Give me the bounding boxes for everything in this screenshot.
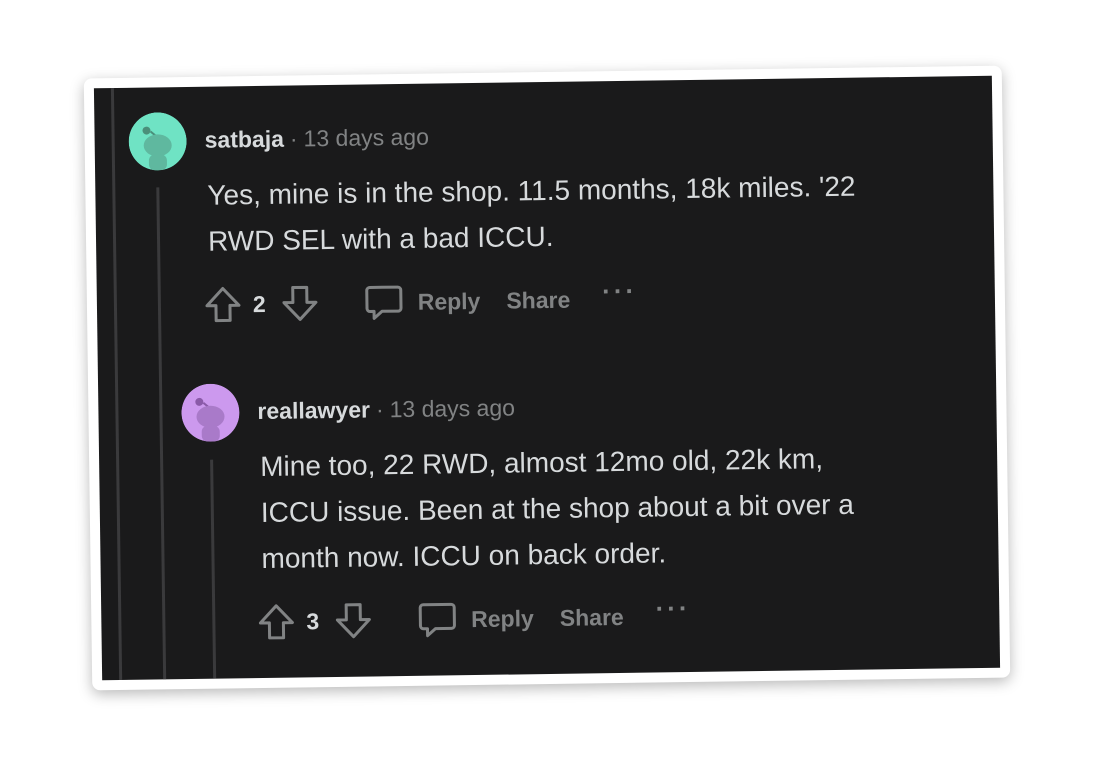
comment-body: Yes, mine is in the shop. 11.5 months, 1… xyxy=(207,164,856,265)
downvote-arrow-icon[interactable] xyxy=(279,283,320,324)
avatar[interactable] xyxy=(181,383,240,442)
speech-bubble-icon xyxy=(365,285,403,320)
comment-meta: reallawyer · 13 days ago xyxy=(257,394,515,425)
screenshot-card: satbaja · 13 days ago Yes, mine is in the … xyxy=(83,65,1011,691)
comment-meta: satbaja · 13 days ago xyxy=(204,124,429,154)
comment-actions: 3 Reply Share ··· xyxy=(256,593,691,643)
meta-separator: · xyxy=(375,396,384,423)
avatar[interactable] xyxy=(128,112,187,171)
comment-reallawyer: reallawyer · 13 days ago Mine too, 22 RWD,… xyxy=(94,76,992,640)
share-button[interactable]: Share xyxy=(506,286,570,314)
comment-actions: 2 Reply Share ··· xyxy=(203,275,638,325)
username-link[interactable]: satbaja xyxy=(204,126,284,153)
comment-2-thread-line[interactable] xyxy=(210,459,217,679)
reply-label: Reply xyxy=(417,287,481,315)
more-options-icon[interactable]: ··· xyxy=(602,275,637,306)
reply-button[interactable]: Reply xyxy=(417,598,534,640)
reply-label: Reply xyxy=(470,604,534,632)
snoo-avatar-icon xyxy=(181,383,240,442)
comment-satbaja: satbaja · 13 days ago Yes, mine is in the … xyxy=(94,76,992,323)
upvote-arrow-icon[interactable] xyxy=(203,284,244,325)
more-options-icon[interactable]: ··· xyxy=(655,593,690,624)
comment-1-thread-line[interactable] xyxy=(156,187,167,680)
username-link[interactable]: reallawyer xyxy=(257,396,370,424)
snoo-avatar-icon xyxy=(128,112,187,171)
downvote-arrow-icon[interactable] xyxy=(333,600,374,641)
speech-bubble-icon xyxy=(418,602,456,638)
comment-thread-panel: satbaja · 13 days ago Yes, mine is in the … xyxy=(93,75,1001,681)
timestamp[interactable]: 13 days ago xyxy=(389,394,515,422)
reply-button[interactable]: Reply xyxy=(363,281,481,323)
screenshot-stage: satbaja · 13 days ago Yes, mine is in the … xyxy=(0,0,1099,760)
meta-separator: · xyxy=(289,125,298,152)
comment-body-line: RWD SEL with a bad ICCU. xyxy=(207,220,554,257)
parent-thread-line[interactable] xyxy=(110,88,123,681)
share-button[interactable]: Share xyxy=(560,603,624,631)
comment-body-line: month now. ICCU on back order. xyxy=(261,537,667,575)
comment-body: Mine too, 22 RWD, almost 12mo old, 22k k… xyxy=(260,436,855,582)
vote-score: 3 xyxy=(306,607,320,634)
comment-body-line: Yes, mine is in the shop. 11.5 months, 1… xyxy=(207,170,856,211)
upvote-arrow-icon[interactable] xyxy=(256,602,297,643)
timestamp[interactable]: 13 days ago xyxy=(303,124,429,152)
vote-score: 2 xyxy=(252,290,266,317)
comment-body-line: Mine too, 22 RWD, almost 12mo old, 22k k… xyxy=(259,443,824,483)
comment-body-line: ICCU issue. Been at the shop about a bit… xyxy=(260,488,855,529)
